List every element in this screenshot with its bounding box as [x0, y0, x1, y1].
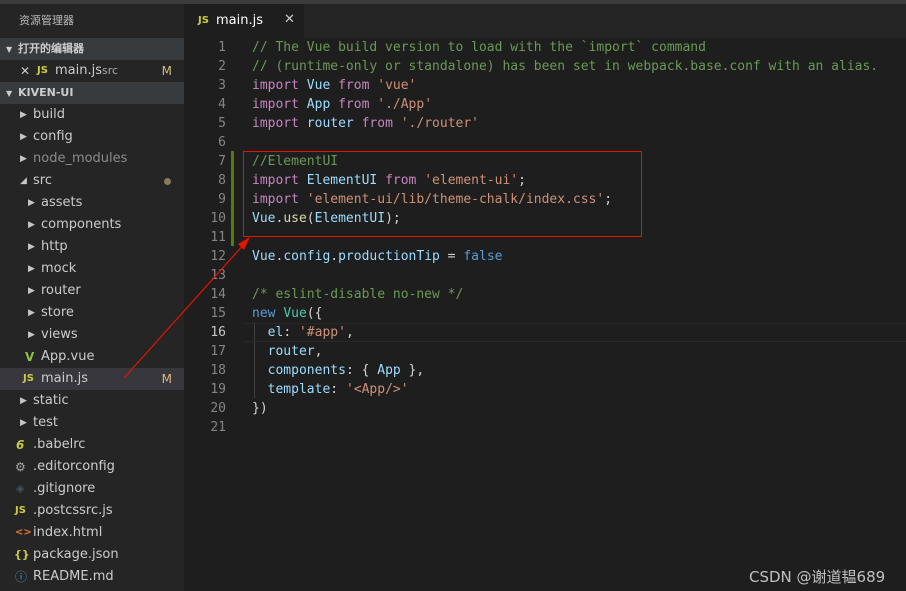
csdn-watermark: CSDN @谢道韫689: [749, 568, 886, 586]
annotation-arrow: [123, 237, 250, 379]
